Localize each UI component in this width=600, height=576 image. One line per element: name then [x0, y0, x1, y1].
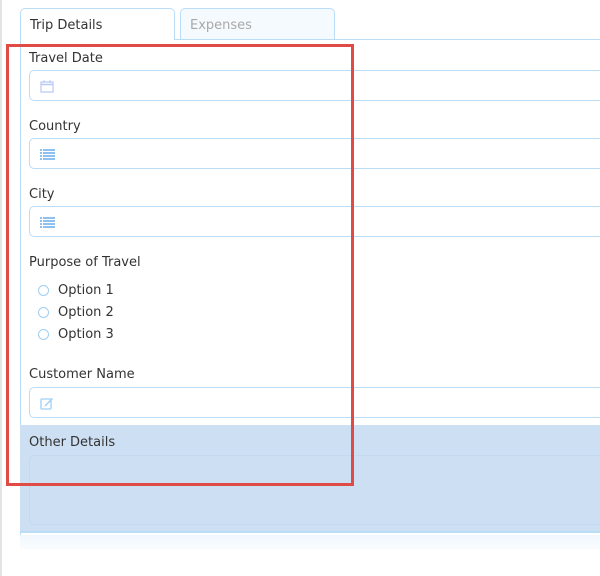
edit-icon	[40, 398, 53, 410]
customer-name-input[interactable]	[29, 387, 600, 418]
travel-date-input[interactable]	[29, 70, 600, 101]
country-select[interactable]	[29, 138, 600, 169]
radio-button[interactable]	[38, 285, 49, 296]
country-label: Country	[29, 119, 81, 134]
customer-name-label: Customer Name	[29, 367, 135, 382]
option-label: Option 1	[58, 283, 114, 298]
city-label: City	[29, 187, 55, 202]
calendar-icon	[40, 80, 54, 93]
option-label: Option 3	[58, 327, 114, 342]
travel-date-label: Travel Date	[29, 51, 103, 66]
other-details-textarea[interactable]	[29, 455, 600, 525]
panel-footer	[20, 535, 600, 549]
purpose-option-1[interactable]: Option 1	[38, 283, 114, 298]
city-select[interactable]	[29, 206, 600, 237]
tab-expenses[interactable]: Expenses	[180, 8, 335, 39]
radio-button[interactable]	[38, 307, 49, 318]
list-icon	[40, 217, 55, 228]
window-edge	[0, 0, 2, 576]
purpose-label: Purpose of Travel	[29, 255, 141, 270]
radio-button[interactable]	[38, 329, 49, 340]
purpose-option-3[interactable]: Option 3	[38, 327, 114, 342]
list-icon	[40, 149, 55, 160]
other-details-label: Other Details	[29, 435, 116, 450]
tab-trip-details[interactable]: Trip Details	[20, 8, 175, 40]
option-label: Option 2	[58, 305, 114, 320]
purpose-option-2[interactable]: Option 2	[38, 305, 114, 320]
